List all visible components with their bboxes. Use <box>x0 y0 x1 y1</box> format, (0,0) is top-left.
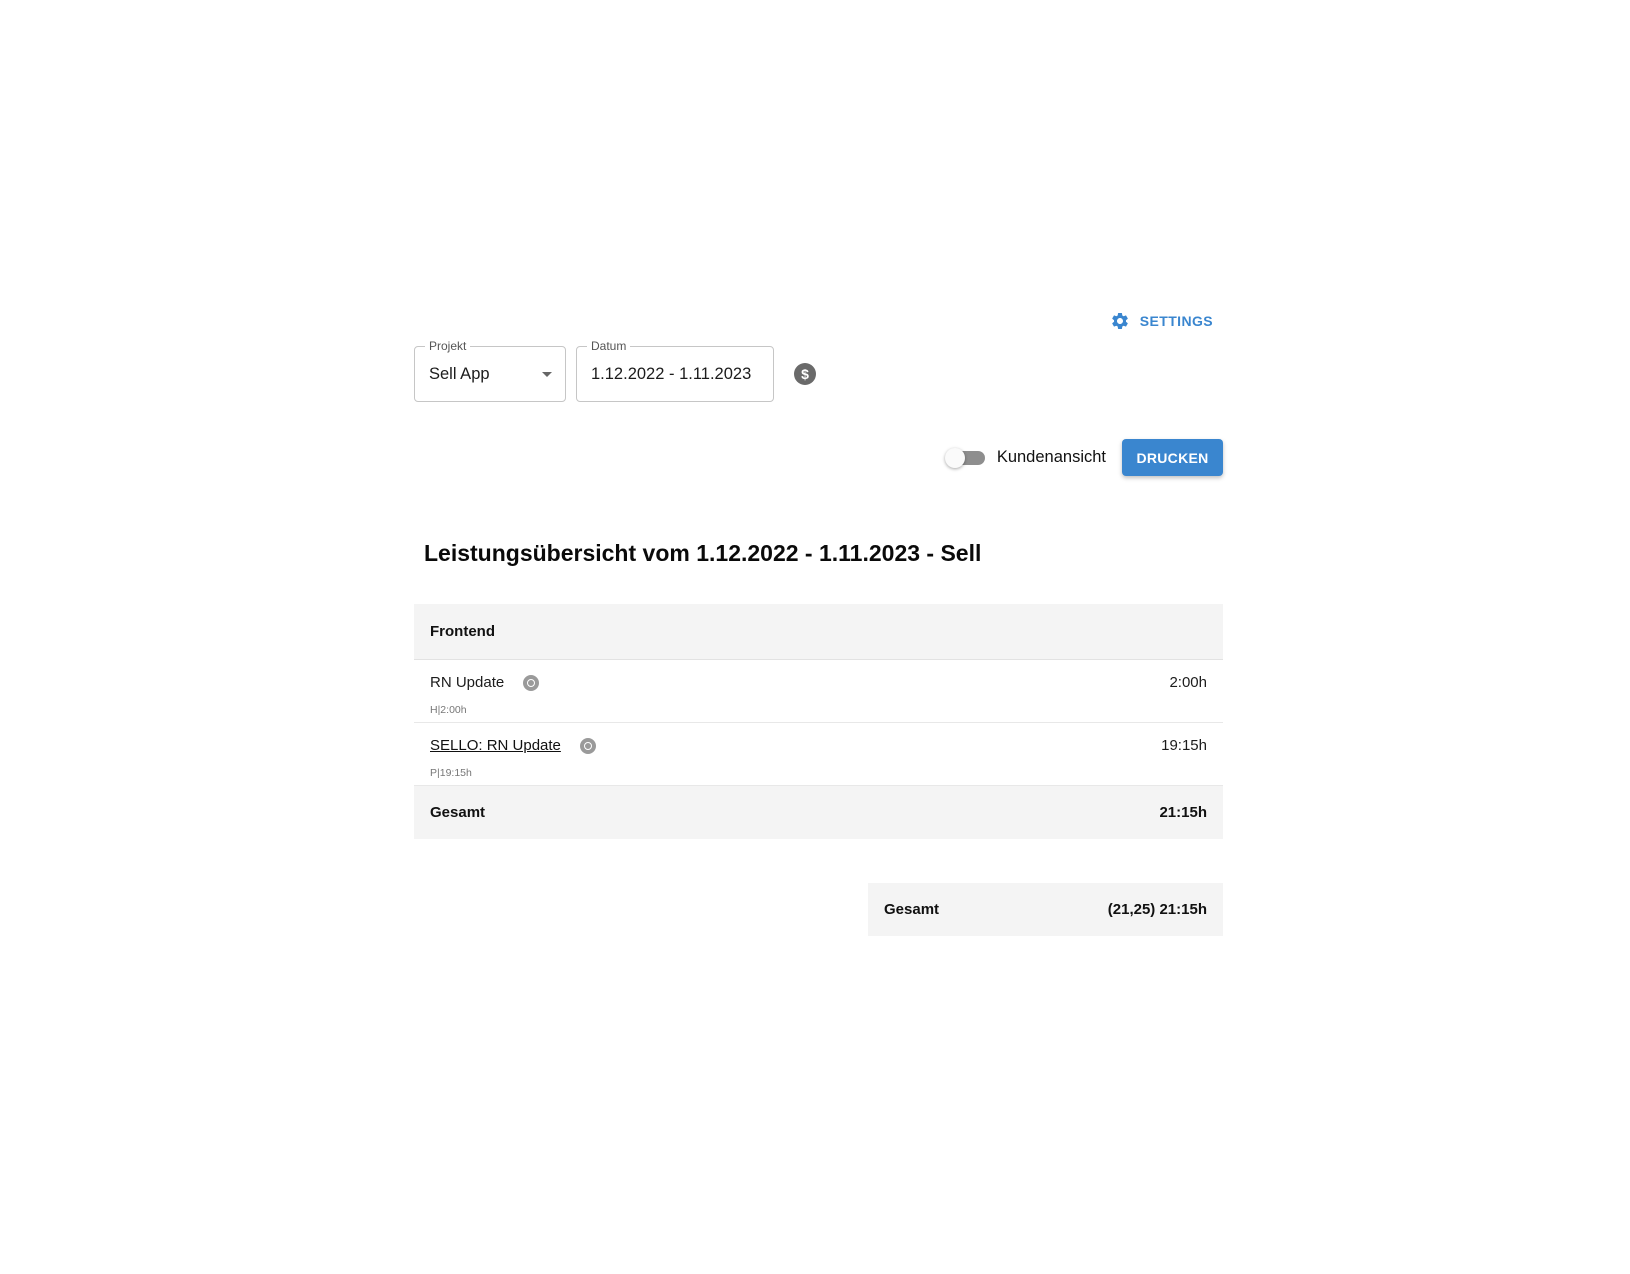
toggle-thumb <box>944 447 965 468</box>
customer-view-label: Kundenansicht <box>996 448 1106 466</box>
table-row: RN Update H|2:00h 2:00h <box>414 660 1223 723</box>
project-select-value: Sell App <box>429 364 490 383</box>
timer-icon[interactable] <box>523 674 540 691</box>
project-select[interactable]: Projekt Sell App <box>414 339 566 402</box>
report-actions: Kundenansicht DRUCKEN <box>944 439 1223 476</box>
entry-time: 2:00h <box>1169 674 1207 691</box>
date-range-field[interactable]: Datum 1.12.2022 - 1.11.2023 <box>576 339 774 402</box>
entry-title: RN Update <box>430 674 505 691</box>
dollar-icon[interactable]: $ <box>794 363 816 385</box>
settings-label: SETTINGS <box>1139 313 1213 329</box>
gear-icon <box>1110 311 1130 331</box>
settings-button[interactable]: SETTINGS <box>1100 304 1223 338</box>
entry-subtitle: H|2:00h <box>430 704 467 716</box>
project-select-label: Projekt <box>425 339 471 353</box>
report-table: Frontend RN Update H|2:00h 2:00h SELLO: … <box>414 604 1223 839</box>
group-total-value: 21:15h <box>1159 804 1207 821</box>
entry-title-link[interactable]: SELLO: RN Update <box>430 737 561 754</box>
filter-bar: Projekt Sell App Datum 1.12.2022 - 1.11.… <box>414 339 816 402</box>
customer-view-toggle[interactable] <box>944 446 985 470</box>
date-range-label: Datum <box>587 339 631 353</box>
grand-total-value: (21,25) 21:15h <box>1107 901 1207 918</box>
table-row: SELLO: RN Update P|19:15h 19:15h <box>414 723 1223 786</box>
group-header: Frontend <box>414 604 1223 660</box>
entry-subtitle: P|19:15h <box>430 767 472 779</box>
grand-total: Gesamt (21,25) 21:15h <box>868 883 1223 936</box>
date-range-value: 1.12.2022 - 1.11.2023 <box>591 364 752 383</box>
grand-total-label: Gesamt <box>884 901 940 918</box>
entry-title-wrap: SELLO: RN Update <box>430 737 596 754</box>
entry-title-wrap: RN Update <box>430 674 540 691</box>
group-total-label: Gesamt <box>430 804 486 821</box>
timer-icon[interactable] <box>579 737 596 754</box>
group-total-row: Gesamt 21:15h <box>414 786 1223 839</box>
print-button[interactable]: DRUCKEN <box>1122 439 1223 476</box>
chevron-down-icon <box>542 372 552 377</box>
report-title: Leistungsübersicht vom 1.12.2022 - 1.11.… <box>424 540 982 566</box>
entry-time: 19:15h <box>1161 737 1207 754</box>
